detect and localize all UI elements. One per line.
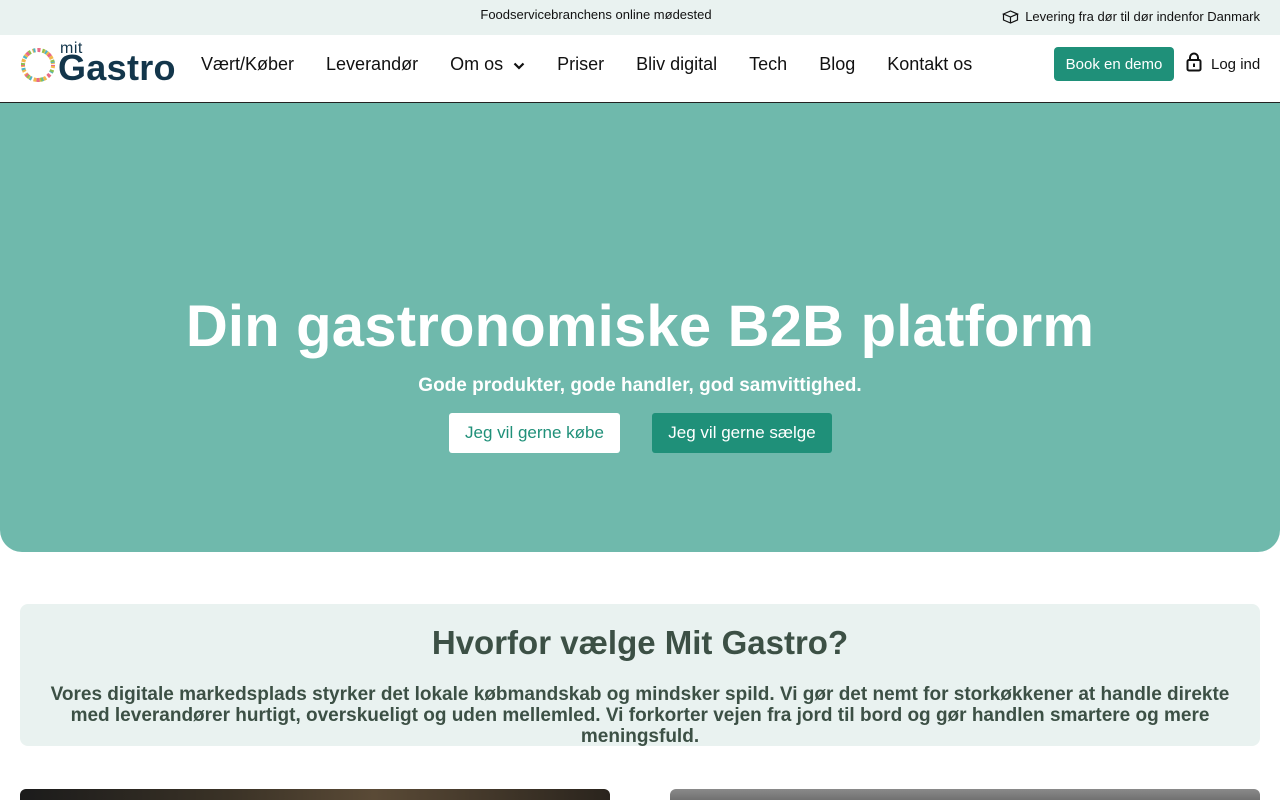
nav-label: Kontakt os	[887, 53, 973, 74]
feature-image-left	[20, 789, 610, 800]
login-label: Log ind	[1211, 55, 1261, 73]
logo[interactable]: mit Gastro	[18, 40, 180, 88]
nav-item-vaert-koeber[interactable]: Vært/Køber	[185, 54, 310, 75]
announcement-bar: Foodservicebranchens online mødested Lev…	[0, 0, 1280, 35]
nav-label: Om os	[450, 53, 504, 74]
nav-label: Tech	[749, 53, 788, 74]
nav-item-om-os[interactable]: Om os	[434, 54, 541, 75]
main-nav: Vært/Køber Leverandør Om os Priser Bliv …	[185, 35, 988, 93]
hero-section: Din gastronomiske B2B platform Gode prod…	[0, 103, 1280, 552]
buy-button[interactable]: Jeg vil gerne købe	[449, 413, 620, 453]
nav-item-priser[interactable]: Priser	[541, 54, 620, 75]
why-text: Vores digitale markedsplads styrker det …	[50, 684, 1230, 747]
why-section: Hvorfor vælge Mit Gastro? Vores digitale…	[20, 604, 1260, 747]
nav-label: Bliv digital	[636, 53, 718, 74]
logo-large-text: Gastro	[58, 47, 176, 88]
logo-ring-icon	[18, 45, 58, 90]
nav-label: Vært/Køber	[201, 53, 295, 74]
nav-item-kontakt-os[interactable]: Kontakt os	[871, 54, 988, 75]
hero-subtitle: Gode produkter, gode handler, god samvit…	[418, 375, 862, 396]
box-icon	[1002, 9, 1020, 24]
login-link[interactable]: Log ind	[1185, 52, 1260, 76]
nav-label: Priser	[557, 53, 605, 74]
why-title: Hvorfor vælge Mit Gastro?	[431, 624, 849, 661]
chevron-down-icon	[513, 54, 525, 75]
hero-title: Din gastronomiske B2B platform	[185, 294, 1095, 359]
nav-item-leverandoer[interactable]: Leverandør	[310, 54, 434, 75]
nav-item-bliv-digital[interactable]: Bliv digital	[620, 54, 733, 75]
sell-button[interactable]: Jeg vil gerne sælge	[652, 413, 832, 453]
delivery-info: Levering fra dør til dør indenfor Danmar…	[1002, 9, 1260, 24]
book-demo-button[interactable]: Book en demo	[1054, 47, 1174, 81]
lock-icon	[1185, 52, 1203, 76]
delivery-text: Levering fra dør til dør indenfor Danmar…	[1025, 9, 1260, 24]
feature-image-right	[670, 789, 1260, 800]
site-header: mit Gastro Vært/Køber Leverandør Om os P…	[0, 35, 1280, 103]
nav-label: Blog	[819, 53, 856, 74]
nav-item-blog[interactable]: Blog	[803, 54, 871, 75]
nav-label: Leverandør	[326, 53, 419, 74]
nav-item-tech[interactable]: Tech	[733, 54, 803, 75]
